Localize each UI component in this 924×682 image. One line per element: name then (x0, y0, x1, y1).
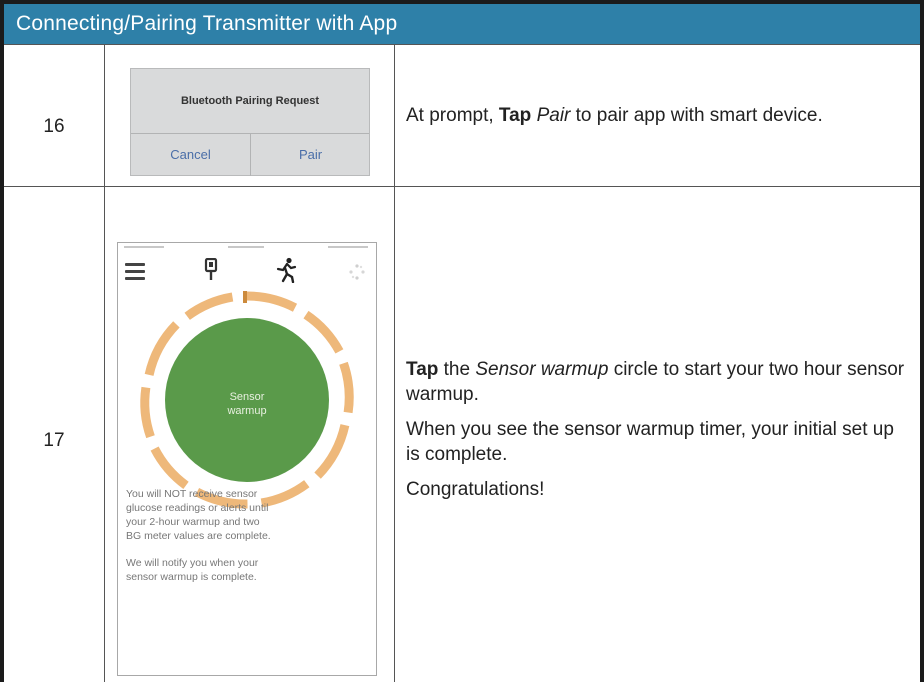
instruction-text-rest: to pair app with smart device. (570, 105, 823, 126)
circle-label-line-2: warmup (227, 405, 267, 417)
step-17-instruction: Tap the Sensor warmup circle to start yo… (406, 357, 911, 512)
status-bar (118, 243, 376, 253)
instruction-text: the (438, 359, 476, 380)
note-line: your 2-hour warmup and two (126, 516, 260, 528)
instruction-tap: Tap (406, 359, 439, 380)
instruction-congrats: Congratulations! (406, 479, 545, 500)
instruction-tap: Tap (498, 105, 532, 126)
note-line: We will notify you when your (126, 557, 259, 569)
step-number-16: 16 (43, 116, 65, 137)
note-line: BG meter values are complete. (126, 530, 271, 542)
note-line: sensor warmup is complete. (126, 571, 257, 583)
instruction-pair: Pair (536, 105, 571, 126)
phone-screenshot: Sensor warmup You will NOT receive senso… (117, 242, 377, 676)
instruction-text: At prompt, (406, 105, 499, 126)
section-title: Connecting/Pairing Transmitter with App (16, 12, 398, 35)
note-line: You will NOT receive sensor (126, 488, 258, 500)
transmitter-icon[interactable] (204, 258, 218, 282)
note-line: glucose readings or alerts until (126, 502, 269, 514)
column-divider-2 (394, 44, 395, 682)
instruction-timer-note: When you see the sensor warmup timer, yo… (406, 419, 894, 465)
bluetooth-pairing-dialog: Bluetooth Pairing Request Cancel Pair (130, 68, 370, 176)
app-toolbar (118, 253, 376, 289)
instruction-sensor-warmup: Sensor warmup (475, 359, 609, 380)
step-16-instruction: At prompt, Tap Pair to pair app with sma… (406, 103, 906, 138)
row-divider-top (4, 44, 920, 45)
phone-note-notify: We will notify you when your sensor warm… (126, 556, 366, 584)
menu-icon[interactable] (125, 261, 145, 281)
circle-label-line-1: Sensor (229, 391, 265, 403)
section-header: Connecting/Pairing Transmitter with App (4, 4, 920, 44)
running-person-icon[interactable] (274, 257, 298, 283)
page: Connecting/Pairing Transmitter with App … (0, 0, 924, 682)
sensor-warmup-label[interactable]: Sensor warmup (197, 390, 297, 418)
column-divider-1 (104, 44, 105, 682)
cancel-button[interactable]: Cancel (131, 134, 250, 176)
dots-icon[interactable] (348, 263, 366, 281)
pair-button[interactable]: Pair (251, 134, 370, 176)
phone-note-readings: You will NOT receive sensor glucose read… (126, 487, 366, 543)
step-number-17: 17 (43, 430, 65, 451)
dialog-title: Bluetooth Pairing Request (180, 95, 320, 107)
row-divider-middle (4, 186, 920, 187)
